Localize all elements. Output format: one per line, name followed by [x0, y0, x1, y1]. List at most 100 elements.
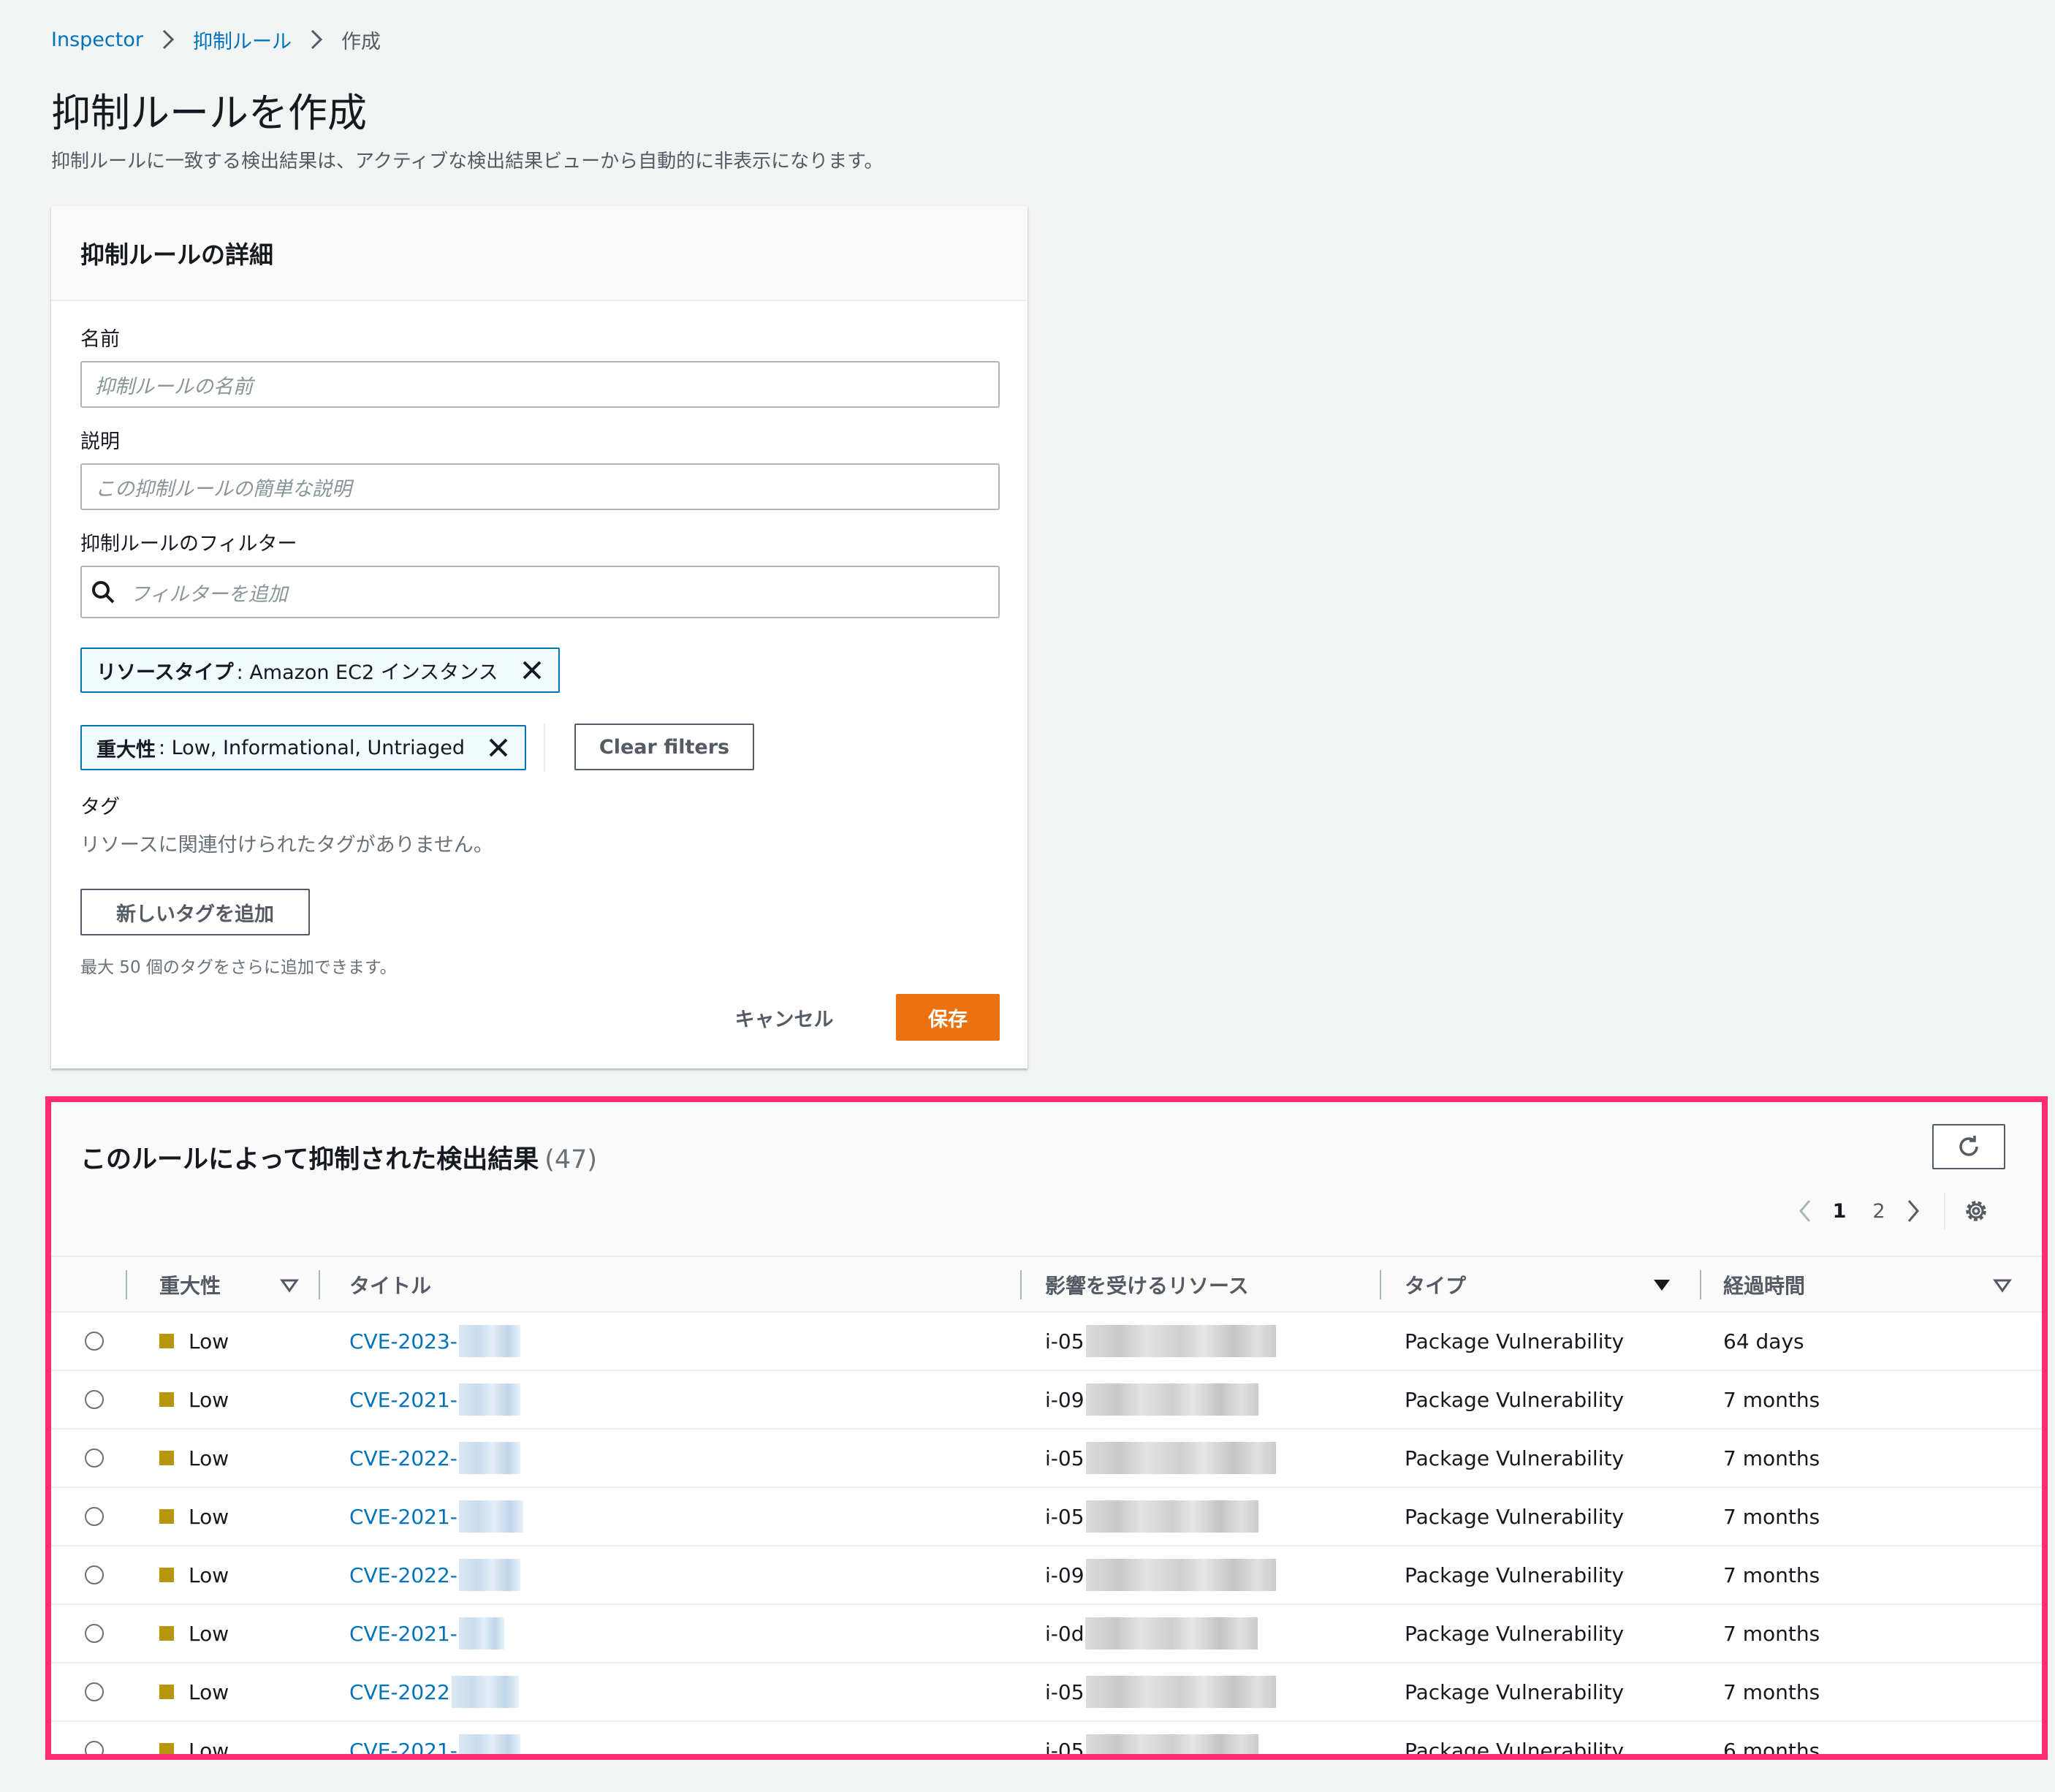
column-age[interactable]: 経過時間: [1723, 1257, 1805, 1313]
severity-cell: Low: [159, 1430, 229, 1487]
finding-title-link[interactable]: CVE-2021-: [349, 1622, 457, 1646]
resource-id: i-09: [1045, 1563, 1085, 1587]
type-cell: Package Vulnerability: [1405, 1387, 1625, 1412]
redacted-block: [1085, 1676, 1276, 1708]
severity-text: Low: [189, 1329, 229, 1354]
page-2[interactable]: 2: [1859, 1200, 1899, 1223]
redacted-block: [458, 1442, 520, 1474]
findings-count: (47): [544, 1145, 598, 1174]
finding-title-link[interactable]: CVE-2022: [349, 1680, 450, 1704]
severity-text: Low: [189, 1387, 229, 1412]
resource-cell: i-05: [1045, 1488, 1258, 1545]
column-separator: [1700, 1270, 1701, 1299]
severity-text: Low: [189, 1738, 229, 1755]
finding-title-link[interactable]: CVE-2023-: [349, 1329, 457, 1354]
table-row[interactable]: Low CVE-2022- i-05 Package Vulnerability…: [51, 1430, 2042, 1488]
finding-title-link[interactable]: CVE-2022-: [349, 1563, 457, 1587]
sort-down-outline-icon[interactable]: [1992, 1275, 2013, 1295]
resource-cell: i-05: [1045, 1313, 1276, 1370]
finding-title-link[interactable]: CVE-2021-: [349, 1388, 457, 1412]
filter-search-input[interactable]: フィルターを追加: [80, 566, 1000, 618]
resource-id: i-05: [1045, 1679, 1085, 1704]
breadcrumb-suppression-rules[interactable]: 抑制ルール: [193, 26, 292, 54]
column-separator: [126, 1270, 127, 1299]
severity-low-icon: [159, 1509, 174, 1524]
column-resource[interactable]: 影響を受けるリソース: [1045, 1257, 1249, 1313]
suppressed-findings-panel: このルールによって抑制された検出結果 (47) 1 2 重大性 タイトル 影響を…: [45, 1096, 2048, 1760]
chevron-right-icon[interactable]: [1899, 1193, 1928, 1229]
name-input[interactable]: 抑制ルールの名前: [80, 361, 1000, 408]
row-select-radio[interactable]: [85, 1449, 104, 1468]
filter-label: 抑制ルールのフィルター: [80, 533, 297, 555]
table-row[interactable]: Low CVE-2023- i-05 Package Vulnerability…: [51, 1313, 2042, 1371]
severity-low-icon: [159, 1451, 174, 1465]
description-label: 説明: [80, 430, 120, 453]
resource-cell: i-05: [1045, 1663, 1276, 1720]
filter-token-severity: 重大性 : Low, Informational, Untriaged: [80, 725, 527, 770]
row-select-radio[interactable]: [85, 1390, 104, 1409]
type-cell: Package Vulnerability: [1405, 1563, 1625, 1587]
gear-icon[interactable]: [1961, 1196, 1991, 1226]
page-1[interactable]: 1: [1820, 1200, 1859, 1223]
table-row[interactable]: Low CVE-2021- i-0d Package Vulnerability…: [51, 1605, 2042, 1663]
resource-id: i-05: [1045, 1446, 1085, 1470]
redacted-block: [458, 1617, 504, 1649]
sort-down-filled-icon[interactable]: [1652, 1275, 1672, 1295]
type-cell: Package Vulnerability: [1405, 1738, 1625, 1755]
filter-token-resource-type: リソースタイプ : Amazon EC2 インスタンス: [80, 648, 560, 693]
description-input[interactable]: この抑制ルールの簡単な説明: [80, 463, 1000, 510]
table-row[interactable]: Low CVE-2021- i-09 Package Vulnerability…: [51, 1371, 2042, 1430]
age-cell: 7 months: [1723, 1504, 1820, 1529]
title-cell: CVE-2021-: [349, 1605, 504, 1662]
sort-down-outline-icon[interactable]: [279, 1275, 300, 1295]
title-cell: CVE-2022-: [349, 1430, 520, 1487]
close-icon[interactable]: [484, 733, 513, 762]
resource-cell: i-0d: [1045, 1605, 1258, 1662]
title-cell: CVE-2021-: [349, 1488, 523, 1545]
row-select-radio[interactable]: [85, 1507, 104, 1526]
finding-title-link[interactable]: CVE-2021-: [349, 1505, 457, 1529]
tags-empty-message: リソースに関連付けられたタグがありません。: [80, 834, 493, 857]
name-label: 名前: [80, 328, 120, 351]
page-description: 抑制ルールに一致する検出結果は、アクティブな検出結果ビューから自動的に非表示にな…: [51, 151, 884, 172]
chevron-left-icon[interactable]: [1790, 1193, 1820, 1229]
severity-text: Low: [189, 1446, 229, 1470]
clear-filters-button[interactable]: Clear filters: [574, 724, 754, 770]
row-select-radio[interactable]: [85, 1565, 104, 1584]
refresh-icon: [1959, 1136, 1978, 1156]
severity-text: Low: [189, 1504, 229, 1529]
age-cell: 64 days: [1723, 1329, 1804, 1354]
resource-id: i-05: [1045, 1329, 1085, 1354]
divider: [1944, 1193, 1945, 1229]
save-button[interactable]: 保存: [896, 994, 1000, 1041]
cancel-button[interactable]: キャンセル: [722, 994, 846, 1041]
severity-low-icon: [159, 1626, 174, 1641]
severity-low-icon: [159, 1334, 174, 1348]
table-row[interactable]: Low CVE-2021- i-05 Package Vulnerability…: [51, 1488, 2042, 1546]
resource-cell: i-09: [1045, 1371, 1258, 1428]
column-severity[interactable]: 重大性: [159, 1257, 221, 1313]
token-value: : Amazon EC2 インスタンス: [236, 661, 498, 684]
finding-title-link[interactable]: CVE-2022-: [349, 1446, 457, 1470]
row-select-radio[interactable]: [85, 1332, 104, 1351]
pagination: 1 2: [1790, 1193, 1991, 1229]
row-select-radio[interactable]: [85, 1741, 104, 1754]
table-row[interactable]: Low CVE-2021- i-05 Package Vulnerability…: [51, 1722, 2042, 1754]
breadcrumb: Inspector 抑制ルール 作成: [51, 25, 381, 54]
type-cell: Package Vulnerability: [1405, 1329, 1625, 1354]
column-type[interactable]: タイプ: [1405, 1257, 1466, 1313]
table-row[interactable]: Low CVE-2022- i-09 Package Vulnerability…: [51, 1546, 2042, 1605]
refresh-button[interactable]: [1932, 1124, 2005, 1169]
finding-title-link[interactable]: CVE-2021-: [349, 1739, 457, 1755]
add-tag-button[interactable]: 新しいタグを追加: [80, 889, 310, 935]
close-icon[interactable]: [517, 656, 547, 685]
breadcrumb-inspector[interactable]: Inspector: [51, 29, 143, 51]
findings-title: このルールによって抑制された検出結果 (47): [80, 1139, 597, 1176]
row-select-radio[interactable]: [85, 1624, 104, 1643]
row-select-radio[interactable]: [85, 1682, 104, 1701]
resource-id: i-09: [1045, 1387, 1085, 1412]
redacted-block: [1085, 1383, 1258, 1416]
column-title[interactable]: タイトル: [349, 1257, 431, 1313]
title-cell: CVE-2023-: [349, 1313, 520, 1370]
table-row[interactable]: Low CVE-2022 i-05 Package Vulnerability …: [51, 1663, 2042, 1722]
